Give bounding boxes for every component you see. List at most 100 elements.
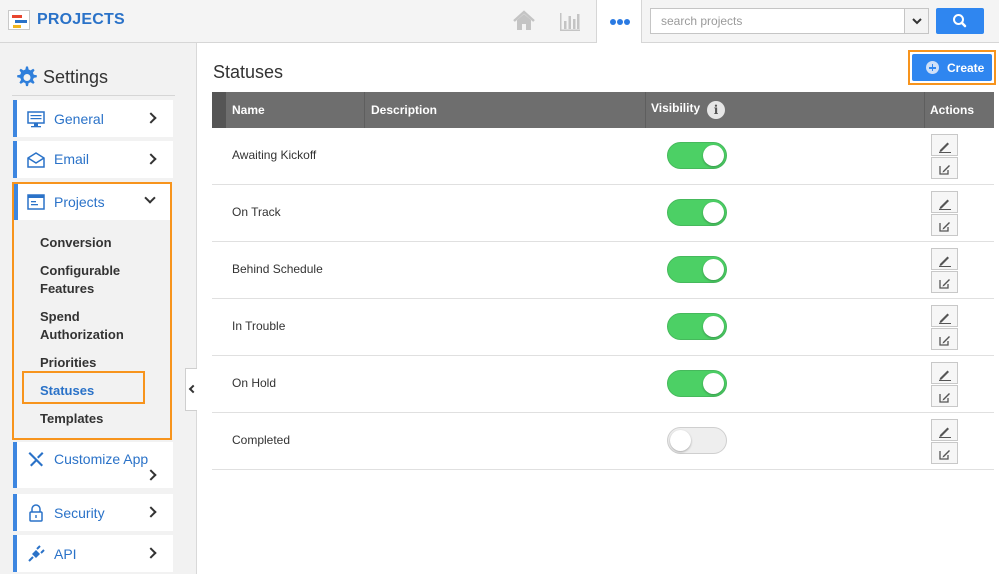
edit-button[interactable] [931,362,958,384]
toggle-knob [703,373,724,394]
edit-square-icon [939,393,950,403]
projects-logo-icon [8,10,30,30]
visibility-toggle[interactable] [667,199,727,226]
sidebar-item-label: API [54,546,77,562]
edit-details-button[interactable] [931,442,958,464]
plug-icon [28,545,45,562]
edit-button[interactable] [931,248,958,270]
search-dropdown-button[interactable] [904,9,928,33]
toggle-knob [703,259,724,280]
table-row: Behind Schedule [212,242,994,299]
visibility-toggle[interactable] [667,370,727,397]
table-row: Completed [212,413,994,470]
edit-details-button[interactable] [931,385,958,407]
table-row: Awaiting Kickoff [212,128,994,185]
pencil-icon [939,427,951,438]
sidebar-item-general[interactable]: General [13,100,173,137]
divider [924,92,925,128]
sidebar-item-email[interactable]: Email [13,141,173,178]
edit-button[interactable] [931,191,958,213]
status-name: In Trouble [232,319,286,333]
chevron-right-icon [145,469,157,481]
chevron-right-icon [145,506,157,518]
sidebar-item-api[interactable]: API [13,535,173,572]
edit-button[interactable] [931,419,958,441]
sidebar-item-label: Email [54,151,90,167]
visibility-toggle[interactable] [667,313,727,340]
selection-highlight [22,371,145,404]
visibility-toggle[interactable] [667,427,727,454]
edit-details-button[interactable] [931,157,958,179]
search-input[interactable] [651,9,905,33]
sidebar-subitem-conversion[interactable]: Conversion [40,234,160,252]
ellipsis-icon[interactable] [596,0,642,43]
sidebar-item-label: General [54,111,104,127]
edit-square-icon [939,222,950,232]
settings-title: Settings [43,67,109,87]
table-row: In Trouble [212,299,994,356]
column-header-description[interactable]: Description [371,103,437,117]
sidebar-subitem-configurable-features[interactable]: Configurable Features [40,262,160,298]
home-icon[interactable] [512,10,536,32]
sidebar-subitem-spend-authorization[interactable]: Spend Authorization [40,308,160,344]
divider [12,95,175,96]
gear-icon [17,66,37,87]
sidebar-subitem-priorities[interactable]: Priorities [40,354,160,372]
table-header-lead [212,92,226,128]
info-icon[interactable]: i [707,101,725,119]
edit-details-button[interactable] [931,214,958,236]
chevron-right-icon [145,153,157,165]
chevron-down-icon [912,18,922,25]
page-title: Statuses [213,62,284,82]
edit-button[interactable] [931,134,958,156]
create-button-label: Create [947,61,985,75]
sidebar-item-label: Projects [54,194,105,210]
pencil-icon [939,256,951,267]
status-name: Completed [232,433,291,447]
search-button[interactable] [936,8,984,34]
search-icon [953,14,967,28]
settings-header: Settings [14,64,184,90]
envelope-icon [27,152,45,168]
sidebar-item-security[interactable]: Security [13,494,173,531]
edit-square-icon [939,279,950,289]
app-title[interactable]: PROJECTS [37,11,125,29]
status-name: Behind Schedule [232,262,323,276]
sidebar-subitem-templates[interactable]: Templates [40,410,160,428]
table-row: On Track [212,185,994,242]
sidebar-item-projects[interactable]: Projects [14,184,170,220]
sidebar-item-customize-app[interactable]: Customize App [13,442,173,488]
sidebar-collapse-button[interactable] [185,368,198,411]
table-row: On Hold [212,356,994,413]
toggle-knob [703,202,724,223]
create-button[interactable]: Create [912,54,992,81]
visibility-toggle[interactable] [667,256,727,283]
edit-details-button[interactable] [931,271,958,293]
table-header: Name Description Visibility i Actions [212,92,994,128]
pencil-icon [939,370,951,381]
search-box [650,8,929,34]
status-name: Awaiting Kickoff [232,148,317,162]
bar-chart-icon[interactable] [558,10,582,32]
toggle-knob [703,145,724,166]
status-name: On Track [232,205,281,219]
plus-circle-icon [926,61,939,74]
lock-icon [29,504,43,522]
chevron-left-icon [188,384,198,394]
column-header-name[interactable]: Name [232,103,265,117]
toggle-knob [703,316,724,337]
status-name: On Hold [232,376,277,390]
create-button-highlight: Create [908,50,996,85]
chevron-down-icon [144,192,156,204]
column-header-visibility[interactable]: Visibility [651,101,700,115]
visibility-toggle[interactable] [667,142,727,169]
edit-square-icon [939,336,950,346]
edit-button[interactable] [931,305,958,327]
edit-details-button[interactable] [931,328,958,350]
window-icon [27,194,45,210]
edit-square-icon [939,165,950,175]
tools-icon [28,452,44,467]
column-header-actions: Actions [930,103,975,117]
top-bar: PROJECTS [0,0,999,43]
chevron-right-icon [145,547,157,559]
